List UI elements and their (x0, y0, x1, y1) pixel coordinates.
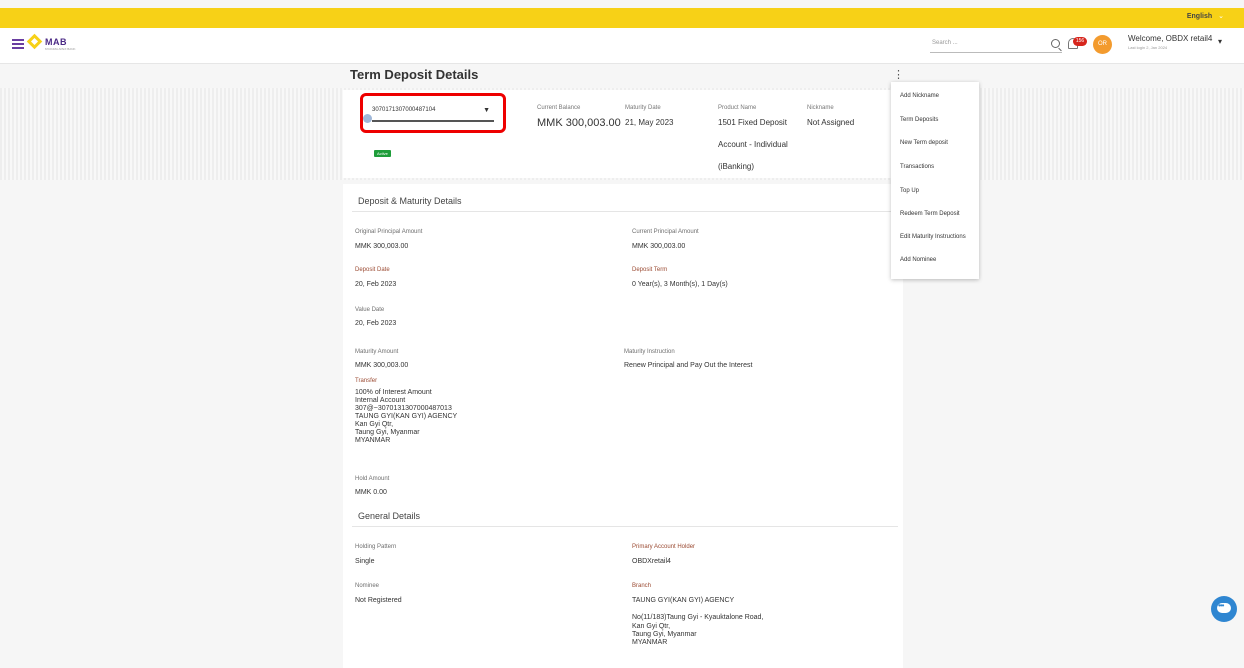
current-balance-value: MMK 300,003.00 (537, 117, 621, 129)
highlight-box (360, 93, 506, 133)
maturity-instruction-label: Maturity Instruction (624, 349, 675, 355)
branch-value: TAUNG GYI(KAN GYI) AGENCY (632, 597, 735, 604)
menu-item-redeem-term-deposit[interactable]: Redeem Term Deposit (900, 211, 960, 217)
menu-item-top-up[interactable]: Top Up (900, 188, 919, 194)
transfer-line: TAUNG GYI(KAN GYI) AGENCY (355, 413, 458, 420)
section-divider (352, 211, 898, 212)
avatar[interactable]: OR (1093, 35, 1112, 54)
kebab-icon[interactable]: ⋮ (893, 68, 904, 81)
value-date-value: 20, Feb 2023 (355, 320, 397, 327)
menu-item-edit-maturity-instructions[interactable]: Edit Maturity Instructions (900, 234, 966, 240)
transfer-line: 100% of Interest Amount (355, 389, 432, 396)
menu-item-term-deposits[interactable]: Term Deposits (900, 117, 938, 123)
search-icon[interactable] (1051, 39, 1060, 48)
original-principal-value: MMK 300,003.00 (355, 243, 409, 250)
product-name-line: Account - Individual (718, 140, 788, 149)
logo-subtitle: MYANMA APEX BANK (45, 47, 76, 51)
top-strip: English ⌄ (0, 8, 1244, 28)
value-date-label: Value Date (355, 307, 385, 313)
hold-amount-value: MMK 0.00 (355, 489, 387, 496)
nickname-value: Not Assigned (807, 118, 855, 127)
nominee-label: Nominee (355, 583, 380, 589)
status-badge: Active (374, 150, 391, 157)
transfer-line: MYANMAR (355, 437, 391, 444)
page-title: Term Deposit Details (350, 67, 479, 82)
last-login-text: Last login 2, Jan 2024 (1128, 45, 1168, 50)
language-selector[interactable]: English ⌄ (1187, 12, 1224, 20)
transfer-line: 307@~3070131307000487013 (355, 405, 452, 412)
section-divider (352, 526, 898, 527)
deposit-term-value: 0 Year(s), 3 Month(s), 1 Day(s) (632, 281, 728, 288)
logo[interactable]: MAB (45, 37, 67, 47)
transfer-line: Taung Gyi, Myanmar (355, 429, 420, 436)
app-header: MAB MYANMA APEX BANK Search ... 156 OR W… (0, 28, 1244, 64)
holding-pattern-value: Single (355, 558, 375, 565)
logo-icon (26, 33, 43, 50)
product-name-line: 1501 Fixed Deposit (718, 118, 787, 127)
notification-badge[interactable]: 156 (1073, 37, 1087, 46)
branch-address-line: MYANMAR (632, 639, 668, 646)
menu-item-add-nickname[interactable]: Add Nickname (900, 93, 939, 99)
deposit-date-value: 20, Feb 2023 (355, 281, 397, 288)
actions-menu: Add Nickname Term Deposits New Term depo… (891, 82, 979, 279)
maturity-date-label: Maturity Date (625, 105, 661, 111)
deposit-term-label: Deposit Term (632, 267, 668, 273)
chevron-down-icon: ⌄ (1218, 13, 1224, 20)
welcome-text: Welcome, OBDX retail4 (1128, 34, 1213, 43)
transfer-line: Internal Account (355, 397, 406, 404)
original-principal-label: Original Principal Amount (355, 229, 423, 235)
branch-address-line: Taung Gyi, Myanmar (632, 631, 697, 638)
branch-address-line: Kan Gyi Qtr, (632, 623, 671, 630)
menu-item-transactions[interactable]: Transactions (900, 164, 934, 170)
section-title-deposit: Deposit & Maturity Details (358, 196, 462, 206)
maturity-amount-label: Maturity Amount (355, 349, 399, 355)
current-balance-label: Current Balance (537, 105, 581, 111)
search-input[interactable]: Search ... (930, 37, 1062, 53)
hold-amount-label: Hold Amount (355, 476, 390, 482)
deposit-date-label: Deposit Date (355, 267, 390, 273)
section-title-general: General Details (358, 511, 421, 521)
branch-label: Branch (632, 583, 652, 589)
product-name-label: Product Name (718, 105, 757, 111)
search-placeholder: Search ... (932, 40, 958, 46)
menu-item-new-term-deposit[interactable]: New Term deposit (900, 140, 948, 146)
maturity-amount-value: MMK 300,003.00 (355, 362, 409, 369)
holding-pattern-label: Holding Pattern (355, 544, 397, 550)
user-menu-chevron-icon[interactable]: ▾ (1218, 37, 1222, 46)
primary-holder-label: Primary Account Holder (632, 544, 696, 550)
transfer-label: Transfer (355, 378, 378, 384)
transfer-line: Kan Gyi Qtr, (355, 421, 394, 428)
nickname-label: Nickname (807, 105, 834, 111)
maturity-instruction-value: Renew Principal and Pay Out the Interest (624, 362, 753, 369)
details-panel (343, 184, 903, 668)
branch-address-line: No(11/183)Taung Gyi - Kyauktalone Road, (632, 614, 764, 621)
maturity-date-value: 21, May 2023 (625, 118, 674, 127)
chat-icon[interactable] (1211, 596, 1237, 622)
hamburger-icon[interactable] (12, 39, 24, 49)
menu-item-add-nominee[interactable]: Add Nominee (900, 257, 936, 263)
current-principal-label: Current Principal Amount (632, 229, 699, 235)
current-principal-value: MMK 300,003.00 (632, 243, 686, 250)
nominee-value: Not Registered (355, 597, 402, 604)
product-name-line: (iBanking) (718, 162, 755, 171)
primary-holder-value: OBDXretail4 (632, 558, 671, 565)
